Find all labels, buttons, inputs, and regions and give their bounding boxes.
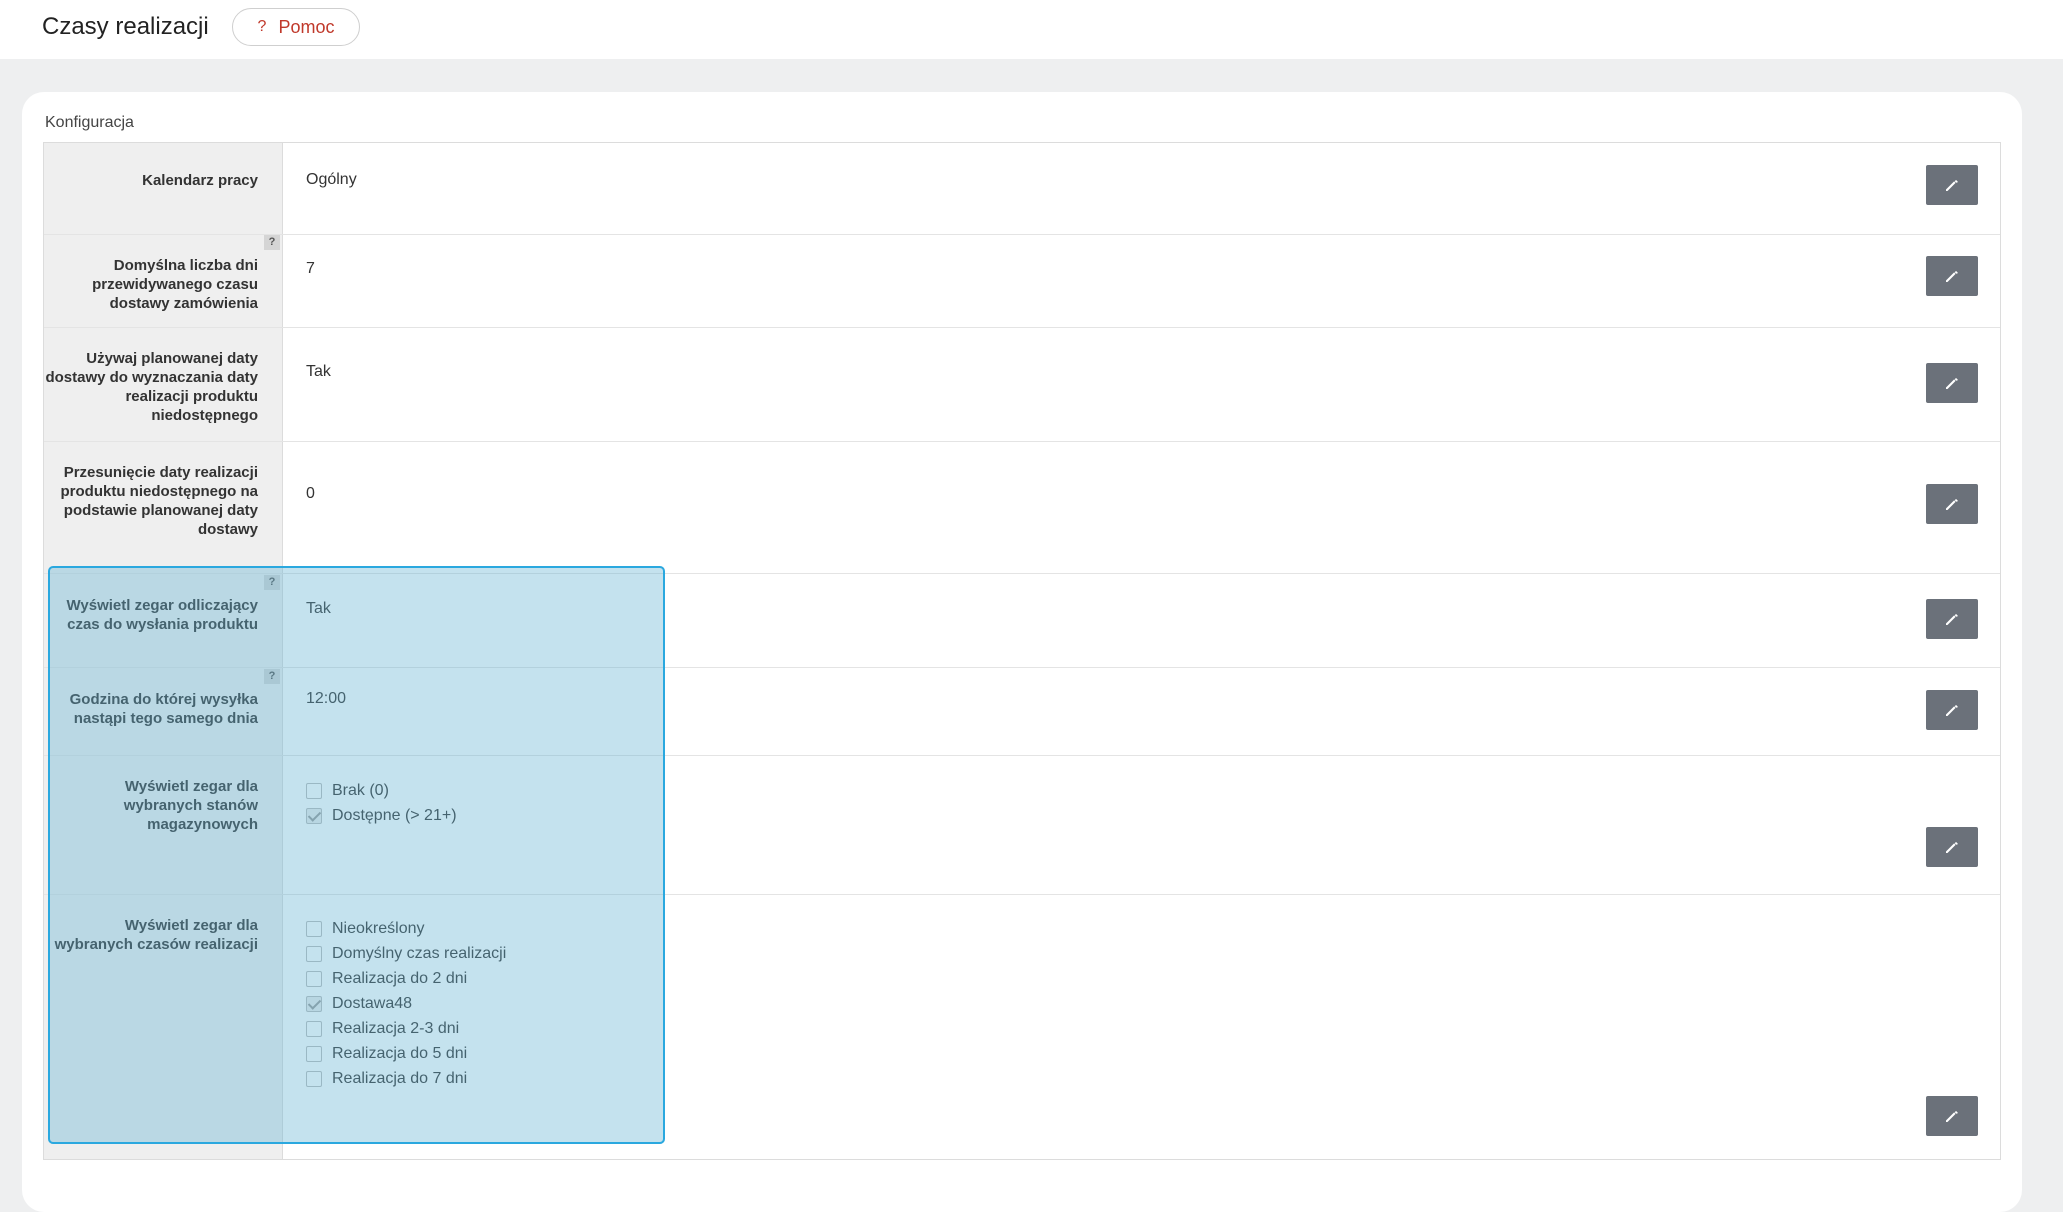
config-table: Kalendarz pracy Ogólny ? Domyślna liczba… — [43, 142, 2001, 1160]
checkbox-label: Dostępne (> 21+) — [332, 806, 457, 824]
checkbox[interactable] — [306, 920, 322, 937]
row-value: Tak — [306, 600, 331, 617]
checkbox[interactable] — [306, 782, 322, 799]
config-row-stock-states: Wyświetl zegar dla wybranych stanów maga… — [44, 755, 2000, 895]
row-label: Wyświetl zegar odliczający czas do wysła… — [66, 597, 258, 633]
question-icon[interactable]: ? — [264, 669, 280, 684]
question-icon[interactable]: ? — [264, 575, 280, 590]
pencil-icon — [1946, 842, 1958, 853]
config-row-default-delivery-days: ? Domyślna liczba dni przewidywanego cza… — [44, 234, 2000, 328]
row-label: Wyświetl zegar dla wybranych czasów real… — [54, 917, 258, 953]
checkbox-label: Nieokreślony — [332, 919, 425, 937]
pencil-icon — [1946, 614, 1958, 625]
checkbox-item[interactable]: Nieokreślony — [306, 916, 506, 941]
checkbox-item[interactable]: Realizacja do 5 dni — [306, 1041, 506, 1066]
checkbox-item[interactable]: Realizacja 2-3 dni — [306, 1016, 506, 1041]
stock-states-list: Brak (0) Dostępne (> 21+) — [306, 778, 457, 828]
checkbox-checked[interactable] — [306, 995, 322, 1012]
checkbox-item[interactable]: Realizacja do 7 dni — [306, 1066, 506, 1091]
edit-button[interactable] — [1926, 599, 1978, 639]
question-icon: ? — [257, 18, 267, 35]
row-value: 0 — [306, 485, 315, 502]
pencil-icon — [1946, 271, 1958, 282]
checkbox-label: Dostawa48 — [332, 994, 413, 1012]
edit-button[interactable] — [1926, 363, 1978, 403]
checkbox-label: Realizacja do 2 dni — [332, 969, 468, 987]
row-label: Godzina do której wysyłka nastąpi tego s… — [69, 691, 258, 727]
pencil-icon — [1946, 378, 1958, 389]
section-label: Konfiguracja — [45, 114, 134, 131]
pencil-icon — [1946, 705, 1958, 716]
row-label: Używaj planowanej daty dostawy do wyznac… — [45, 350, 258, 424]
checkbox[interactable] — [306, 1070, 322, 1087]
row-label: Wyświetl zegar dla wybranych stanów maga… — [123, 778, 258, 833]
config-row-work-calendar: Kalendarz pracy Ogólny — [44, 143, 2000, 235]
checkbox-item[interactable]: Dostawa48 — [306, 991, 506, 1016]
config-row-date-shift: Przesunięcie daty realizacji produktu ni… — [44, 441, 2000, 574]
checkbox-item[interactable]: Realizacja do 2 dni — [306, 966, 506, 991]
checkbox-label: Realizacja do 7 dni — [332, 1069, 468, 1087]
delivery-times-list: Nieokreślony Domyślny czas realizacji Re… — [306, 916, 506, 1091]
checkbox[interactable] — [306, 1020, 322, 1037]
checkbox-item[interactable]: Brak (0) — [306, 778, 457, 803]
page-title: Czasy realizacji — [42, 13, 209, 40]
checkbox-checked[interactable] — [306, 807, 322, 824]
checkbox-label: Realizacja do 5 dni — [332, 1044, 468, 1062]
row-value: Ogólny — [306, 171, 357, 188]
row-value: 7 — [306, 260, 315, 277]
checkbox-item[interactable]: Dostępne (> 21+) — [306, 803, 457, 828]
checkbox-label: Brak (0) — [332, 781, 389, 799]
pencil-icon — [1946, 499, 1958, 510]
checkbox-label: Domyślny czas realizacji — [332, 944, 507, 962]
help-button-label: Pomoc — [278, 16, 335, 37]
question-icon[interactable]: ? — [264, 235, 280, 250]
pencil-icon — [1946, 180, 1958, 191]
edit-button[interactable] — [1926, 484, 1978, 524]
row-label: Przesunięcie daty realizacji produktu ni… — [60, 464, 259, 538]
row-value: Tak — [306, 363, 331, 380]
edit-button[interactable] — [1926, 165, 1978, 205]
edit-button[interactable] — [1926, 256, 1978, 296]
checkbox[interactable] — [306, 1045, 322, 1062]
checkbox-item[interactable]: Domyślny czas realizacji — [306, 941, 506, 966]
top-bar: Czasy realizacji ? Pomoc — [0, 0, 2063, 59]
config-row-show-countdown: ? Wyświetl zegar odliczający czas do wys… — [44, 573, 2000, 668]
pencil-icon — [1946, 1111, 1958, 1122]
edit-button[interactable] — [1926, 690, 1978, 730]
checkbox[interactable] — [306, 945, 322, 962]
config-row-delivery-times: Wyświetl zegar dla wybranych czasów real… — [44, 894, 2000, 1159]
config-row-use-planned-date: Używaj planowanej daty dostawy do wyznac… — [44, 327, 2000, 442]
row-value: 12:00 — [306, 690, 347, 707]
edit-button[interactable] — [1926, 1096, 1978, 1136]
checkbox-label: Realizacja 2-3 dni — [332, 1019, 460, 1037]
edit-button[interactable] — [1926, 827, 1978, 867]
checkbox[interactable] — [306, 970, 322, 987]
row-label: Domyślna liczba dni przewidywanego czasu… — [92, 257, 258, 312]
config-row-same-day-hour: ? Godzina do której wysyłka nastąpi tego… — [44, 667, 2000, 756]
help-button[interactable]: ? Pomoc — [232, 8, 360, 46]
row-label: Kalendarz pracy — [142, 172, 258, 189]
